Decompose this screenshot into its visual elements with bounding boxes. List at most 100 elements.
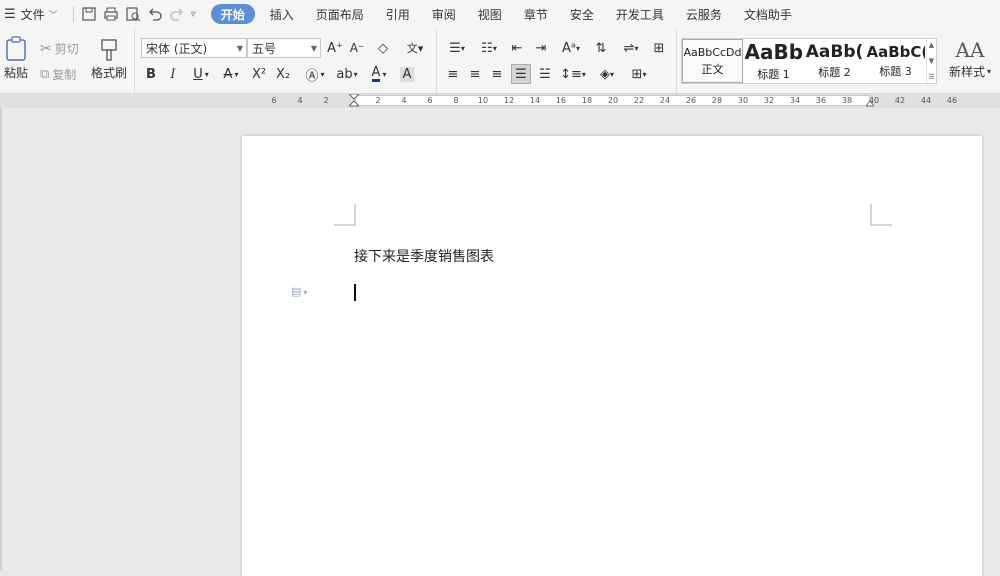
superscript-button[interactable]: X² xyxy=(249,64,269,84)
line-spacing-button[interactable]: ↕≡ ▾ xyxy=(559,64,587,84)
line-spacing-icon: ↕≡ xyxy=(560,66,582,82)
tab-cloud[interactable]: 云服务 xyxy=(675,0,733,28)
print-preview-icon xyxy=(126,7,141,22)
strikethrough-button[interactable]: A ▾ xyxy=(217,64,245,84)
chevron-down-icon: ▿ xyxy=(190,8,196,20)
format-painter-button[interactable]: 格式刷 xyxy=(90,38,128,81)
customize-toolbar-button[interactable]: ▿ xyxy=(188,0,199,28)
ruler-tick: 20 xyxy=(607,96,619,105)
indent-marker[interactable] xyxy=(347,93,361,108)
bold-button[interactable]: B xyxy=(141,64,161,84)
document-paragraph[interactable]: 接下来是季度销售图表 xyxy=(354,246,494,266)
style-preview: AaBbC( xyxy=(866,43,925,61)
font-color-button[interactable]: A ▾ xyxy=(365,64,393,84)
page-corner-mark-right xyxy=(870,204,892,226)
tab-view[interactable]: 视图 xyxy=(467,0,513,28)
change-case-button[interactable]: Aᵃ ▾ xyxy=(557,38,585,58)
ruler-tick: 2 xyxy=(375,96,381,105)
chevron-down-icon: ▾ xyxy=(609,69,614,79)
style-normal[interactable]: AaBbCcDd 正文 xyxy=(682,39,743,83)
sort-button[interactable]: ⇅ xyxy=(591,38,611,58)
chevron-down-icon: ▾ xyxy=(987,67,992,76)
underline-button[interactable]: U ▾ xyxy=(187,64,215,84)
new-style-label: 新样式 ▾ xyxy=(949,63,991,80)
paste-label: 粘贴 xyxy=(3,66,28,80)
print-preview-button[interactable] xyxy=(122,0,144,28)
chevron-down-icon: ▾ xyxy=(234,69,239,79)
highlight-button[interactable]: ab ▾ xyxy=(333,64,361,84)
tab-insert[interactable]: 插入 xyxy=(259,0,305,28)
tab-security[interactable]: 安全 xyxy=(559,0,605,28)
print-button[interactable] xyxy=(100,0,122,28)
font-size-select[interactable]: 五号 ▼ xyxy=(247,38,321,58)
clear-format-button[interactable]: ◇ xyxy=(373,38,393,58)
italic-button[interactable]: I xyxy=(163,64,183,84)
borders-button[interactable]: ⊞ ▾ xyxy=(625,64,653,84)
cut-label: 剪切 xyxy=(54,42,79,56)
chevron-down-icon: ▾ xyxy=(581,69,586,79)
distributed-icon: ☱ xyxy=(539,66,551,82)
align-left-icon: ≡ xyxy=(447,66,459,82)
ruler-tick: 4 xyxy=(297,96,303,105)
tab-references[interactable]: 引用 xyxy=(375,0,421,28)
style-heading-3[interactable]: AaBbC( 标题 3 xyxy=(865,39,926,83)
tab-developer[interactable]: 开发工具 xyxy=(605,0,675,28)
phonetic-guide-button[interactable]: 文▾ xyxy=(401,38,429,58)
ruler-tick: 18 xyxy=(581,96,593,105)
format-painter-label: 格式刷 xyxy=(90,66,127,80)
subscript-icon: X₂ xyxy=(275,66,291,82)
chevron-up-icon: ▲ xyxy=(928,41,935,49)
decrease-indent-button[interactable]: ⇤ xyxy=(507,38,527,58)
table-grid-button[interactable]: ⊞ xyxy=(649,38,669,58)
tab-review[interactable]: 审阅 xyxy=(421,0,467,28)
file-menu[interactable]: ☰ 文件 ﹀ xyxy=(0,0,69,28)
font-family-select[interactable]: 宋体 (正文) ▼ xyxy=(141,38,247,58)
grow-font-button[interactable]: A⁺ xyxy=(325,38,345,58)
justify-button[interactable]: ☰ xyxy=(511,64,531,84)
save-button[interactable] xyxy=(78,0,100,28)
subscript-button[interactable]: X₂ xyxy=(273,64,293,84)
style-heading-1[interactable]: AaBb 标题 1 xyxy=(743,39,804,83)
paragraph-marker[interactable]: ▤ ▾ xyxy=(291,285,307,298)
show-marks-button[interactable]: ⇌ ▾ xyxy=(617,38,645,58)
distributed-button[interactable]: ☱ xyxy=(535,64,555,84)
tab-home[interactable]: 开始 xyxy=(210,4,255,24)
hamburger-icon: ☰ xyxy=(4,6,16,22)
bullet-list-button[interactable]: ☰ ▾ xyxy=(443,38,471,58)
cut-button[interactable]: ✂ 剪切 xyxy=(40,40,79,57)
align-left-button[interactable]: ≡ xyxy=(443,64,463,84)
undo-button[interactable] xyxy=(144,0,166,28)
char-shading-button[interactable]: A xyxy=(397,64,417,84)
tab-section[interactable]: 章节 xyxy=(513,0,559,28)
copy-button[interactable]: ⧉ 复制 xyxy=(40,66,76,83)
copy-icon: ⧉ xyxy=(40,67,50,82)
document-page[interactable] xyxy=(242,136,982,576)
file-menu-label: 文件 xyxy=(20,7,45,22)
numbered-list-button[interactable]: ☷ ▾ xyxy=(475,38,503,58)
shading-button[interactable]: ◈ ▾ xyxy=(593,64,621,84)
chevron-down-icon: ▾ xyxy=(642,69,647,79)
ruler-tick: 10 xyxy=(477,96,489,105)
ruler-tick: 34 xyxy=(789,96,801,105)
style-gallery-scroll[interactable]: ▲ ▼ ☰ xyxy=(926,39,936,83)
align-right-button[interactable]: ≡ xyxy=(487,64,507,84)
new-style-button[interactable]: A͏A 新样式 ▾ xyxy=(944,38,996,80)
char-shading-icon: A xyxy=(399,66,415,82)
align-center-button[interactable]: ≡ xyxy=(465,64,485,84)
redo-button[interactable] xyxy=(166,0,188,28)
paste-button[interactable]: 粘贴 xyxy=(0,36,32,81)
superscript-icon: X² xyxy=(251,66,267,82)
left-panel-edge xyxy=(0,108,2,571)
ruler-tick: 36 xyxy=(815,96,827,105)
eraser-icon: ◇ xyxy=(378,40,388,56)
increase-indent-button[interactable]: ⇥ xyxy=(531,38,551,58)
style-name: 标题 1 xyxy=(757,68,790,81)
shrink-font-button[interactable]: A⁻ xyxy=(347,38,367,58)
tab-page-layout[interactable]: 页面布局 xyxy=(305,0,375,28)
tab-doc-assistant[interactable]: 文档助手 xyxy=(733,0,803,28)
style-heading-2[interactable]: AaBb( 标题 2 xyxy=(804,39,865,83)
chevron-down-icon: ▼ xyxy=(236,44,243,53)
paragraph-group: ☰ ▾ ☷ ▾ ⇤ ⇥ Aᵃ ▾ ⇅ ⇌ ▾ ⊞ ≡ ≡ ≡ ☰ ☱ ↕≡ ▾ ◈ ▾ ⊞ ▾ xyxy=(437,28,677,94)
chevron-down-icon: ▼ xyxy=(928,57,935,65)
text-effect-button[interactable]: Ⓐ ▾ xyxy=(301,64,329,84)
